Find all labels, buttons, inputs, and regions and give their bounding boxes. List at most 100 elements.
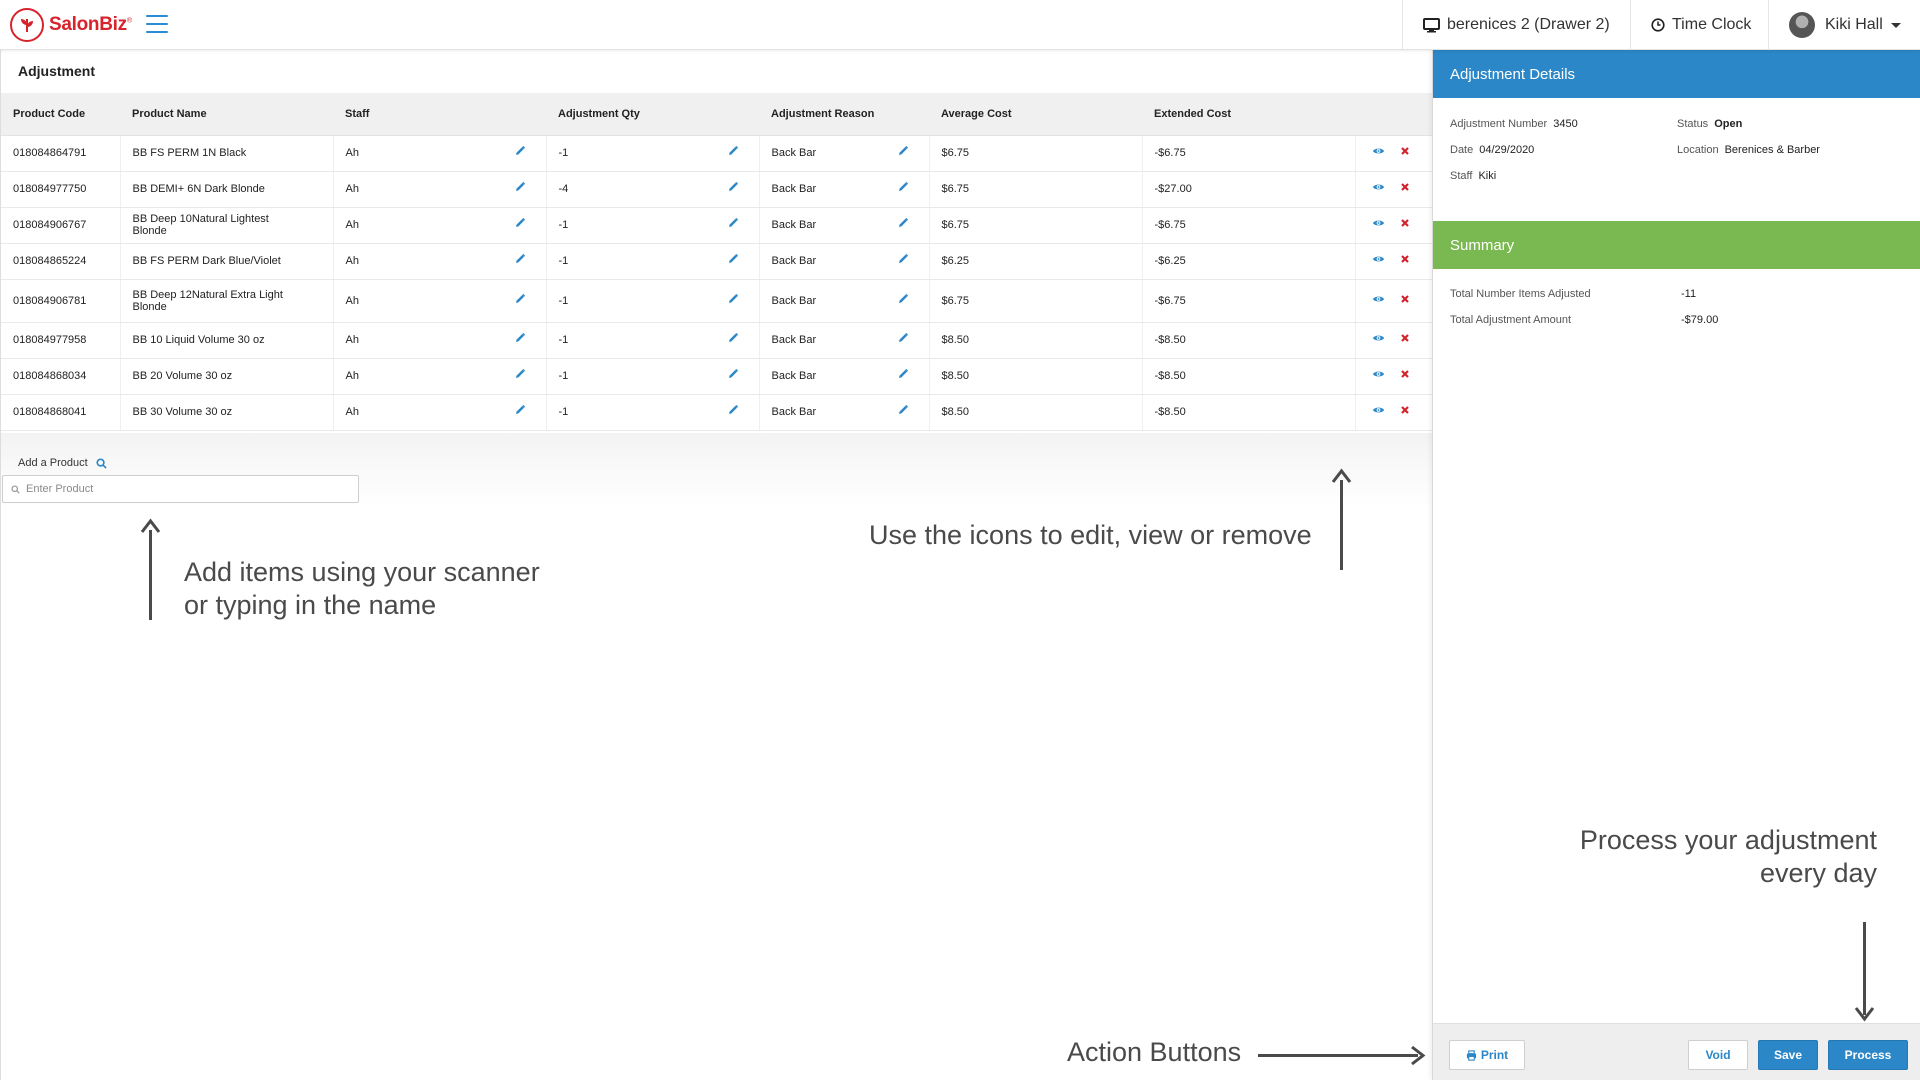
menu-icon[interactable] [146,15,168,33]
pencil-icon[interactable] [897,145,911,159]
action-footer: Print Void Save Process [1433,1023,1920,1080]
extended-cost-cell-text: -$6.25 [1154,255,1186,267]
average-cost-cell: $8.50 [929,358,1143,395]
eye-icon[interactable] [1372,182,1386,196]
product-name-cell: BB Deep 12Natural Extra Light Blonde [120,279,334,323]
remove-icon[interactable] [1400,405,1414,419]
reason-cell: Back Bar [759,171,930,208]
table-row[interactable]: 018084864791 BB FS PERM 1N Black Ah -1 Back … [1,135,1433,172]
col-product-name[interactable]: Product Name [120,93,333,136]
qty-cell-text: -1 [558,147,569,159]
extended-cost-cell-text: -$8.50 [1154,334,1186,346]
pencil-icon[interactable] [727,217,741,231]
table-row[interactable]: 018084977750 BB DEMI+ 6N Dark Blonde Ah -4 B… [1,171,1433,208]
eye-icon[interactable] [1372,369,1386,383]
adjustment-details-header: Adjustment Details [1433,50,1920,98]
row-actions [1355,394,1433,431]
remove-icon[interactable] [1400,218,1414,232]
eye-icon[interactable] [1372,294,1386,308]
pencil-icon[interactable] [514,293,528,307]
pencil-icon[interactable] [514,368,528,382]
salonbiz-logo[interactable]: SalonBiz® [10,8,132,42]
col-product-code[interactable]: Product Code [1,93,120,136]
pencil-icon[interactable] [514,145,528,159]
product-name-cell: BB FS PERM 1N Black [120,135,334,172]
remove-icon[interactable] [1400,294,1414,308]
qty-cell: -1 [546,279,760,323]
col-extended-cost[interactable]: Extended Cost [1142,93,1355,136]
eye-icon[interactable] [1372,405,1386,419]
drawer-selector[interactable]: berenices 2 (Drawer 2) [1402,0,1630,50]
time-clock-button[interactable]: Time Clock [1630,0,1768,50]
remove-icon[interactable] [1400,182,1414,196]
product-code-cell: 018084906767 [1,207,121,244]
table-row[interactable]: 018084865224 BB FS PERM Dark Blue/Violet A… [1,243,1433,280]
arrow-right-icon [1411,1045,1426,1066]
staff-cell: Ah [333,394,547,431]
qty-cell: -1 [546,207,760,244]
pencil-icon[interactable] [897,368,911,382]
pencil-icon[interactable] [727,368,741,382]
col-adjustment-qty[interactable]: Adjustment Qty [546,93,759,136]
average-cost-cell-text: $6.75 [941,183,970,195]
reason-cell: Back Bar [759,279,930,323]
product-name-cell: BB 30 Volume 30 oz [120,394,334,431]
reason-cell-text: Back Bar [771,183,817,195]
pencil-icon[interactable] [897,293,911,307]
user-menu[interactable]: Kiki Hall [1768,0,1920,50]
save-button[interactable]: Save [1758,1040,1818,1070]
product-code-cell-text: 018084868041 [13,406,87,418]
average-cost-cell-text: $6.75 [941,147,970,159]
reason-cell-text: Back Bar [771,219,817,231]
pencil-icon[interactable] [514,253,528,267]
eye-icon[interactable] [1372,333,1386,347]
product-search-input[interactable] [26,483,346,495]
pencil-icon[interactable] [514,217,528,231]
table-row[interactable]: 018084868041 BB 30 Volume 30 oz Ah -1 Back B… [1,394,1433,431]
process-button[interactable]: Process [1828,1040,1908,1070]
col-staff[interactable]: Staff [333,93,546,136]
product-name-cell-text: BB Deep 10Natural Lightest Blonde [132,213,269,237]
remove-icon[interactable] [1400,369,1414,383]
table-row[interactable]: 018084906767 BB Deep 10Natural Lightest B… [1,207,1433,244]
print-button[interactable]: Print [1449,1040,1525,1070]
adjustment-table: Product Code Product Name Staff Adjustme… [1,93,1433,431]
remove-icon[interactable] [1400,254,1414,268]
pencil-icon[interactable] [514,181,528,195]
add-product-field[interactable] [2,475,359,503]
time-clock-label: Time Clock [1672,16,1752,33]
pencil-icon[interactable] [514,332,528,346]
eye-icon[interactable] [1372,146,1386,160]
pencil-icon[interactable] [727,181,741,195]
product-name-cell-text: BB 30 Volume 30 oz [132,406,233,418]
eye-icon[interactable] [1372,218,1386,232]
extended-cost-cell: -$8.50 [1142,358,1356,395]
pencil-icon[interactable] [897,404,911,418]
table-row[interactable]: 018084906781 BB Deep 12Natural Extra Ligh… [1,279,1433,323]
remove-icon[interactable] [1400,146,1414,160]
product-code-cell: 018084868041 [1,394,121,431]
drawer-label: berenices 2 (Drawer 2) [1447,16,1610,33]
eye-icon[interactable] [1372,254,1386,268]
pencil-icon[interactable] [727,253,741,267]
pencil-icon[interactable] [727,332,741,346]
pencil-icon[interactable] [727,145,741,159]
pencil-icon[interactable] [897,217,911,231]
search-icon[interactable] [96,457,107,469]
pencil-icon[interactable] [727,293,741,307]
product-code-cell: 018084906781 [1,279,121,323]
pencil-icon[interactable] [897,253,911,267]
table-row[interactable]: 018084868034 BB 20 Volume 30 oz Ah -1 Back B… [1,358,1433,395]
void-button[interactable]: Void [1688,1040,1748,1070]
pencil-icon[interactable] [897,181,911,195]
pencil-icon[interactable] [514,404,528,418]
pencil-icon[interactable] [727,404,741,418]
table-row[interactable]: 018084977958 BB 10 Liquid Volume 30 oz Ah -… [1,322,1433,359]
staff-cell: Ah [333,243,547,280]
extended-cost-cell: -$6.25 [1142,243,1356,280]
remove-icon[interactable] [1400,333,1414,347]
col-adjustment-reason[interactable]: Adjustment Reason [759,93,929,136]
pencil-icon[interactable] [897,332,911,346]
chevron-down-icon [1890,22,1901,28]
col-average-cost[interactable]: Average Cost [929,93,1142,136]
